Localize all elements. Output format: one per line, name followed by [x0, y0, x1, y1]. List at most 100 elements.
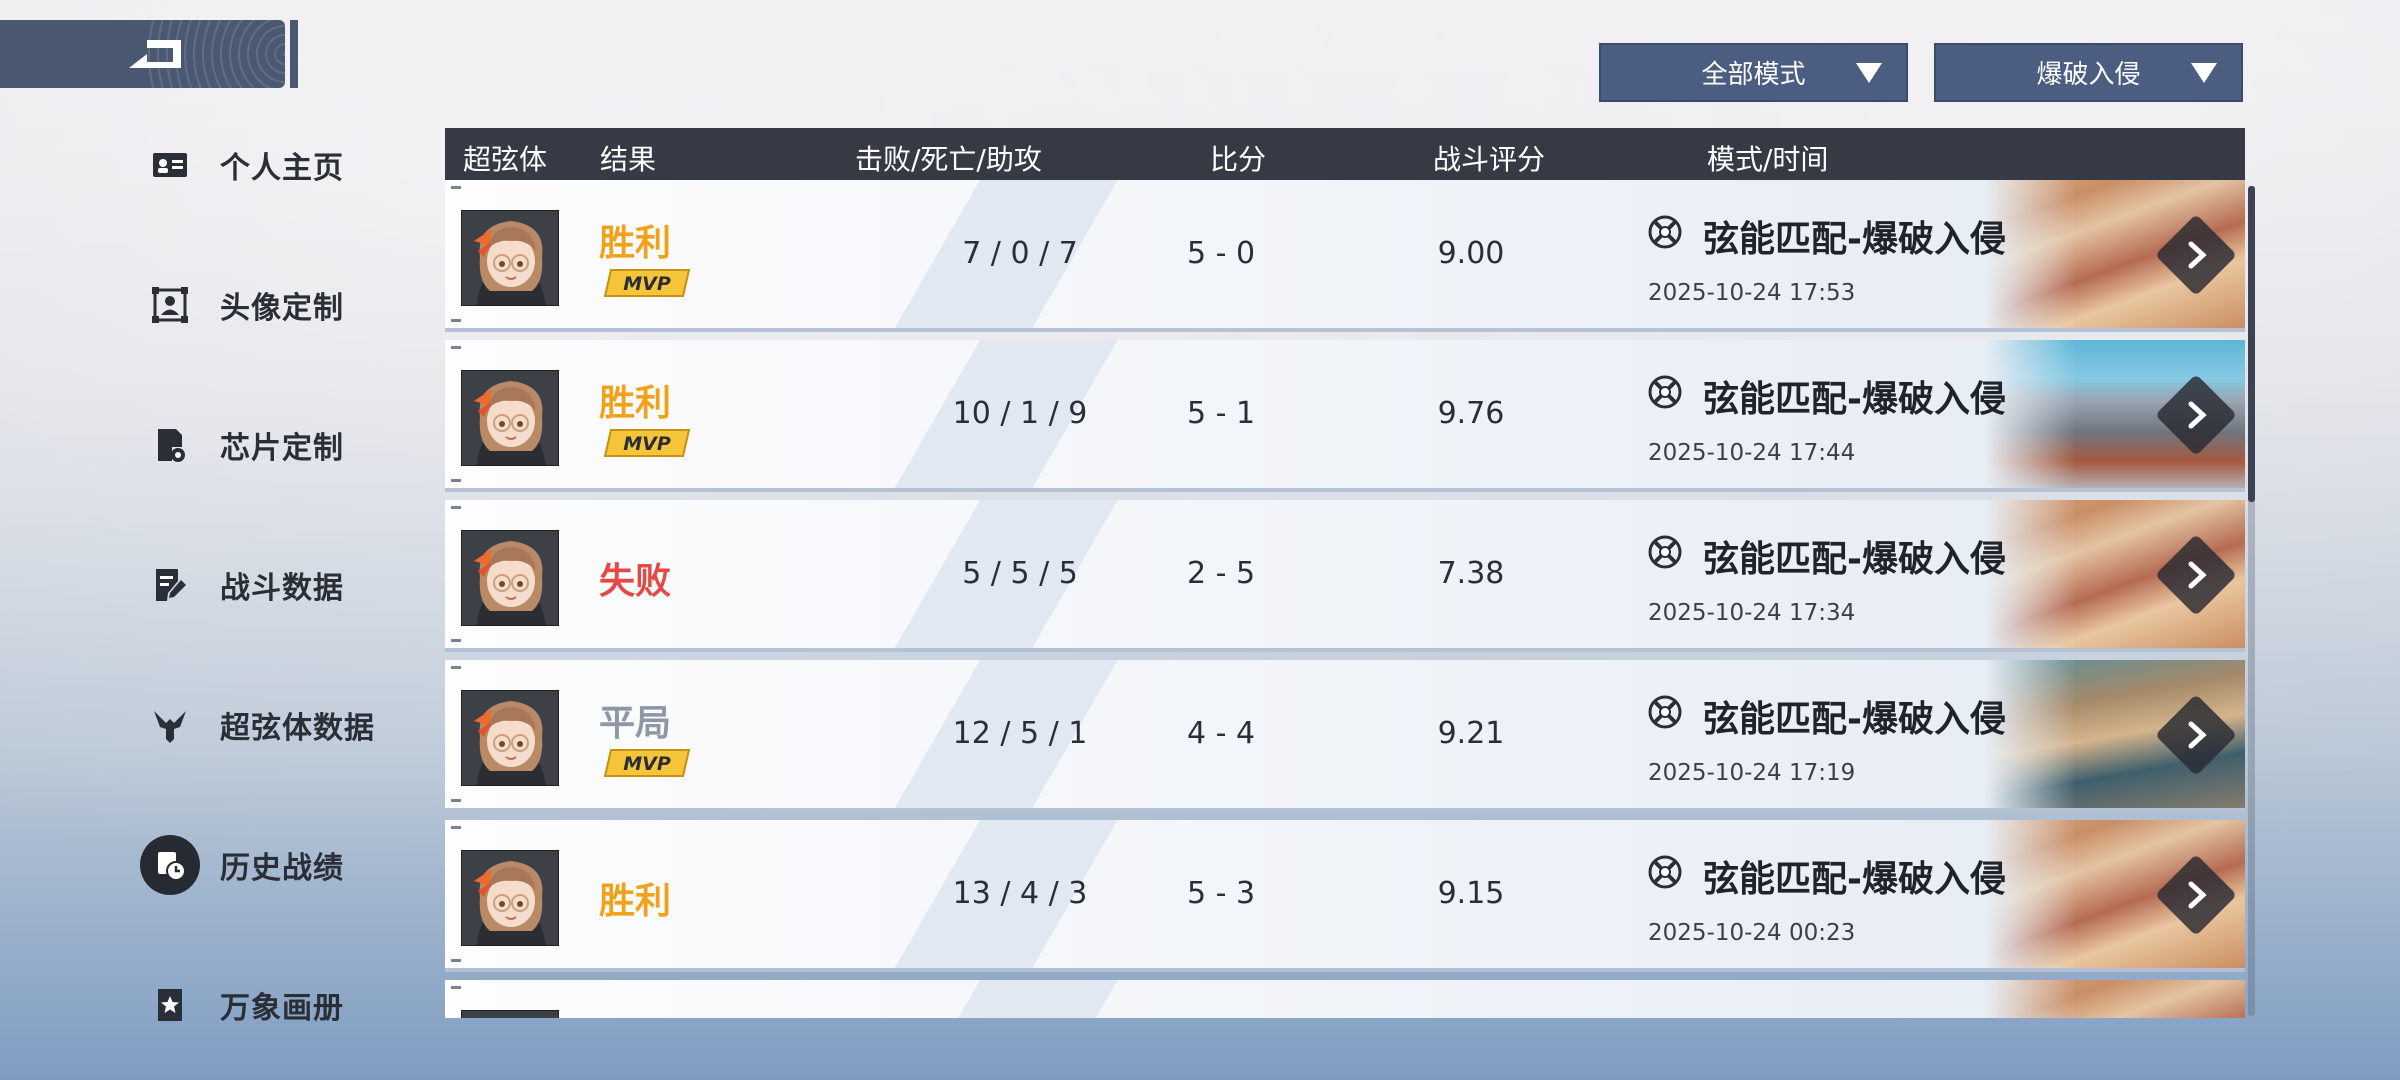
- mode-filter-label: 全部模式: [1701, 60, 1806, 90]
- sidebar-item-label: 头像定制: [220, 291, 344, 326]
- match-row[interactable]: 胜利 MVP 10 / 1 / 9 5 - 1 9.76 弦能匹配-爆破入侵 2…: [445, 340, 2245, 492]
- dropdown-arrow-icon: [1856, 63, 1882, 83]
- character-avatar: [461, 530, 559, 626]
- match-result: 胜利: [599, 383, 672, 424]
- score-value: 2 - 5: [1186, 556, 1256, 591]
- submode-filter-dropdown[interactable]: 爆破入侵: [1934, 43, 2243, 102]
- row-corner-mark: [451, 319, 461, 322]
- row-corner-mark: [451, 186, 461, 189]
- score-value: 5 - 3: [1186, 876, 1256, 911]
- score-value: 4 - 4: [1186, 716, 1256, 751]
- match-table-header: 超弦体 结果 击败/死亡/助攻 比分 战斗评分 模式/时间: [445, 128, 2245, 180]
- sidebar-item-label: 战斗数据: [220, 571, 344, 606]
- row-stripe-decoration: [705, 980, 1305, 1018]
- mvp-badge-icon: MVP: [603, 428, 691, 458]
- kda-value: 5 / 5 / 5: [962, 556, 1078, 591]
- match-result: 失败: [599, 561, 672, 602]
- sidebar-item-avatar[interactable]: 头像定制: [140, 270, 440, 340]
- scrollbar[interactable]: [2248, 186, 2255, 1016]
- star-album-icon: [140, 975, 200, 1035]
- score-value: 5 - 1: [1186, 396, 1256, 431]
- match-time: 2025-10-24 17:44: [1648, 440, 1856, 466]
- mode-emblem-icon: [1647, 534, 1683, 570]
- kda-value: 7 / 0 / 7: [962, 236, 1078, 271]
- match-mode: 弦能匹配-爆破入侵: [1703, 699, 2006, 740]
- row-corner-mark: [451, 959, 461, 962]
- sidebar-item-label: 个人主页: [220, 151, 344, 186]
- match-row[interactable]: [445, 980, 2245, 1018]
- character-avatar: [461, 850, 559, 946]
- match-row[interactable]: 胜利 MVP 7 / 0 / 7 5 - 0 9.00 弦能匹配-爆破入侵 20…: [445, 180, 2245, 332]
- match-mode: 弦能匹配-爆破入侵: [1703, 539, 2006, 580]
- header-rating: 战斗评分: [1433, 143, 1546, 176]
- mode-emblem-icon: [1647, 854, 1683, 890]
- sidebar-item-chip[interactable]: 芯片定制: [140, 410, 440, 480]
- sidebar-item-label: 历史战绩: [220, 851, 344, 886]
- match-result: 平局: [599, 703, 672, 744]
- kda-value: 13 / 4 / 3: [952, 876, 1088, 911]
- rating-value: 9.76: [1437, 396, 1505, 431]
- mvp-badge-icon: MVP: [603, 748, 691, 778]
- character-avatar: [461, 370, 559, 466]
- character-avatar: [461, 210, 559, 306]
- avatar-frame-icon: [140, 275, 200, 335]
- row-corner-mark: [451, 506, 461, 509]
- mode-emblem-icon: [1647, 214, 1683, 250]
- sidebar-item-label: 芯片定制: [220, 431, 344, 466]
- match-row[interactable]: 失败 5 / 5 / 5 2 - 5 7.38 弦能匹配-爆破入侵 2025-10…: [445, 500, 2245, 652]
- scrollbar-thumb[interactable]: [2248, 186, 2255, 502]
- dropdown-arrow-icon: [2191, 63, 2217, 83]
- match-mode: 弦能匹配-爆破入侵: [1703, 219, 2006, 260]
- character-avatar: [461, 690, 559, 786]
- sidebar-item-character-data[interactable]: 超弦体数据: [140, 690, 440, 760]
- map-thumbnail: [1985, 980, 2245, 1018]
- match-result: 胜利: [599, 881, 672, 922]
- badge-icon: [140, 695, 200, 755]
- mode-emblem-icon: [1647, 374, 1683, 410]
- row-corner-mark: [451, 826, 461, 829]
- rating-value: 7.38: [1437, 556, 1505, 591]
- profile-card-icon: [140, 135, 200, 195]
- sidebar-item-label: 万象画册: [220, 991, 344, 1026]
- match-time: 2025-10-24 17:19: [1648, 760, 1856, 786]
- header-result: 结果: [600, 143, 657, 176]
- match-time: 2025-10-24 17:34: [1648, 600, 1856, 626]
- svg-text:MVP: MVP: [623, 433, 671, 455]
- back-button-accent: [290, 20, 298, 88]
- mvp-badge-icon: MVP: [603, 268, 691, 298]
- kda-value: 10 / 1 / 9: [952, 396, 1088, 431]
- match-result: 胜利: [599, 223, 672, 264]
- match-mode: 弦能匹配-爆破入侵: [1703, 379, 2006, 420]
- header-score: 比分: [1210, 143, 1267, 176]
- character-avatar: [461, 1010, 559, 1018]
- sidebar-item-history[interactable]: 历史战绩: [140, 830, 440, 900]
- match-row[interactable]: 平局 MVP 12 / 5 / 1 4 - 4 9.21 弦能匹配-爆破入侵 2…: [445, 660, 2245, 812]
- svg-text:MVP: MVP: [623, 753, 671, 775]
- rating-value: 9.15: [1437, 876, 1505, 911]
- row-corner-mark: [451, 799, 461, 802]
- back-arrow-icon: [129, 40, 181, 68]
- kda-value: 12 / 5 / 1: [952, 716, 1088, 751]
- match-time: 2025-10-24 17:53: [1648, 280, 1856, 306]
- row-corner-mark: [451, 346, 461, 349]
- submode-filter-label: 爆破入侵: [2036, 60, 2141, 90]
- match-mode: 弦能匹配-爆破入侵: [1703, 859, 2006, 900]
- sidebar-item-combat-data[interactable]: 战斗数据: [140, 550, 440, 620]
- sidebar-item-album[interactable]: 万象画册: [140, 970, 440, 1040]
- header-mode-time: 模式/时间: [1707, 143, 1829, 176]
- score-value: 5 - 0: [1186, 236, 1256, 271]
- rating-value: 9.00: [1437, 236, 1505, 271]
- match-history-list[interactable]: 胜利 MVP 7 / 0 / 7 5 - 0 9.00 弦能匹配-爆破入侵 20…: [445, 180, 2255, 1018]
- match-time: 2025-10-24 00:23: [1648, 920, 1856, 946]
- match-row[interactable]: 胜利 13 / 4 / 3 5 - 3 9.15 弦能匹配-爆破入侵 2025-1…: [445, 820, 2245, 972]
- chip-gear-icon: [140, 415, 200, 475]
- mode-emblem-icon: [1647, 694, 1683, 730]
- history-clock-icon: [140, 835, 200, 895]
- mode-filter-dropdown[interactable]: 全部模式: [1599, 43, 1908, 102]
- sidebar-item-profile[interactable]: 个人主页: [140, 130, 440, 200]
- back-button[interactable]: [0, 20, 285, 88]
- row-corner-mark: [451, 479, 461, 482]
- row-corner-mark: [451, 986, 461, 989]
- sidebar-item-label: 超弦体数据: [220, 711, 375, 746]
- header-kda: 击败/死亡/助攻: [855, 143, 1042, 176]
